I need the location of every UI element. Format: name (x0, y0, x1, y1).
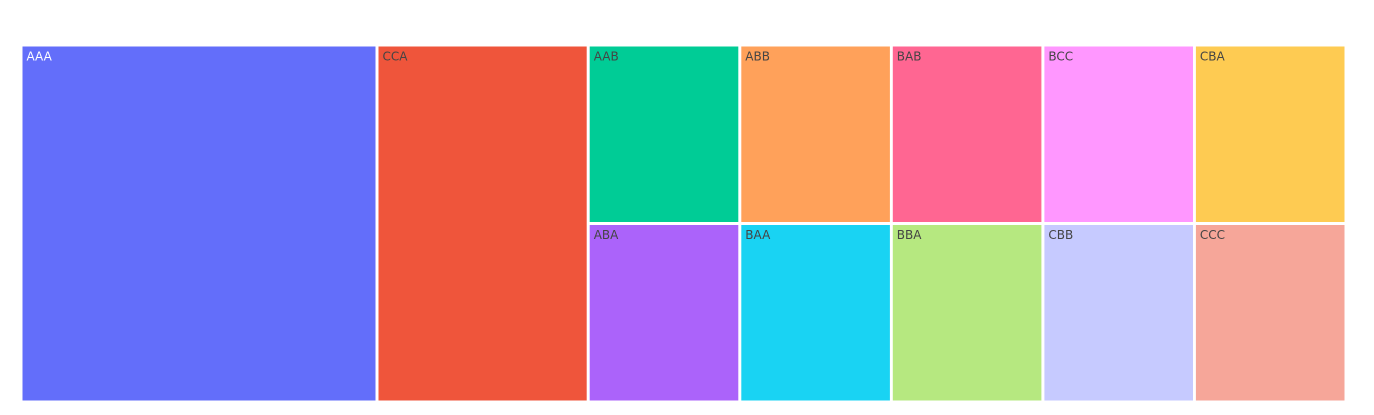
treemap-tiles: AAA CCA AAB ABA ABB BAA BAB BBA BCC CBB CBA CCC (22, 46, 1345, 401)
tile-label-aba: ABA (594, 228, 619, 242)
treemap-chart: AAA CCA AAB ABA ABB BAA BAB BBA BCC CBB CBA CCC (22, 46, 1345, 401)
tile-label-bba: BBA (897, 228, 922, 242)
tile-aba[interactable] (589, 225, 739, 401)
tile-bcc[interactable] (1044, 46, 1193, 223)
tile-aaa[interactable] (22, 46, 376, 401)
tile-label-aab: AAB (594, 49, 619, 63)
tile-baa[interactable] (741, 225, 890, 401)
tile-bba[interactable] (892, 225, 1042, 401)
tile-cba[interactable] (1195, 46, 1345, 223)
tile-abb[interactable] (741, 46, 890, 223)
tile-aab[interactable] (589, 46, 739, 223)
tile-label-abb: ABB (745, 49, 770, 63)
tile-label-cba: CBA (1200, 49, 1226, 63)
tile-label-ccc: CCC (1200, 228, 1225, 242)
tile-ccc[interactable] (1195, 225, 1345, 401)
tile-bab[interactable] (892, 46, 1042, 223)
tile-label-bcc: BCC (1048, 49, 1073, 63)
tile-label-cbb: CBB (1048, 228, 1073, 242)
tile-cca[interactable] (378, 46, 587, 401)
tile-label-cca: CCA (383, 49, 409, 63)
tile-label-baa: BAA (745, 228, 771, 242)
tile-label-aaa: AAA (27, 49, 53, 63)
tile-cbb[interactable] (1044, 225, 1193, 401)
tile-label-bab: BAB (897, 49, 922, 63)
